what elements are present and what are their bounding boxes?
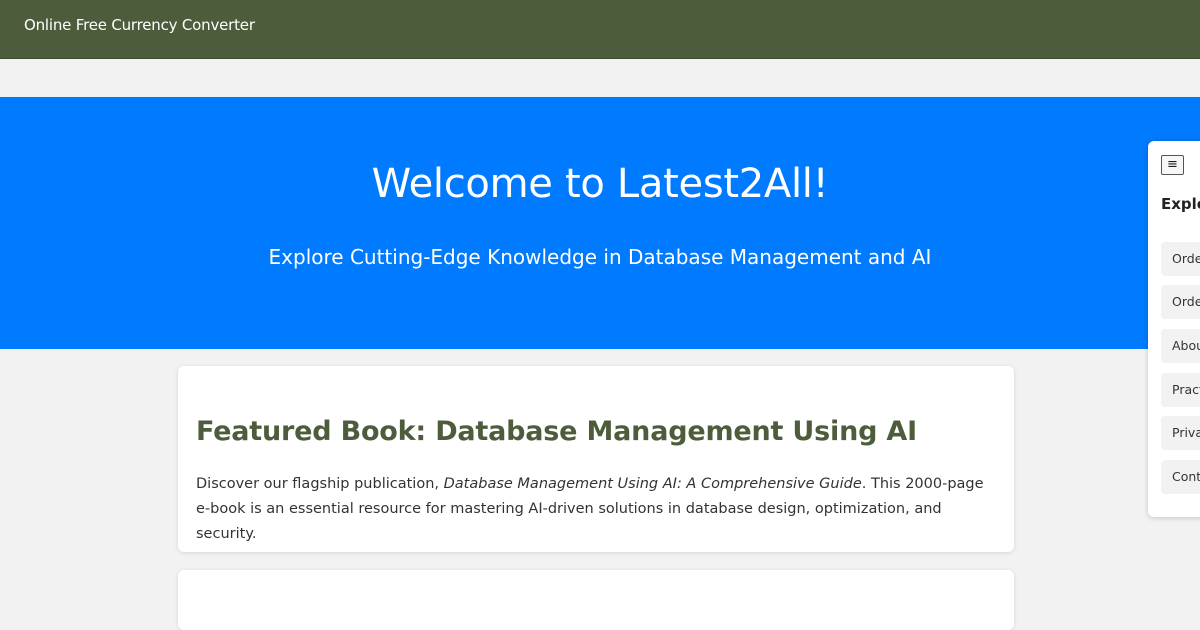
side-link-about[interactable]: Abou — [1161, 329, 1200, 363]
side-panel-heading: Explo — [1161, 195, 1200, 213]
featured-book-card: Featured Book: Database Management Using… — [178, 366, 1014, 552]
side-link-practice[interactable]: Pract — [1161, 373, 1200, 407]
hero-title: Welcome to Latest2All! — [371, 161, 829, 207]
desc-text-start: Discover our flagship publication, — [196, 476, 444, 492]
featured-book-description: Discover our flagship publication, Datab… — [196, 472, 996, 547]
featured-book-title: Featured Book: Database Management Using… — [196, 416, 917, 447]
brand-link[interactable]: Online Free Currency Converter — [24, 16, 255, 34]
book-title-italic: Database Management Using AI: A Comprehe… — [443, 476, 862, 492]
menu-toggle-icon[interactable]: ≡ — [1161, 155, 1184, 175]
side-link-contact[interactable]: Conta — [1161, 460, 1200, 494]
hero-banner: Welcome to Latest2All! Explore Cutting-E… — [0, 97, 1200, 349]
side-link-order-2[interactable]: Orde — [1161, 285, 1200, 319]
side-link-order-1[interactable]: Orde — [1161, 242, 1200, 276]
explore-side-panel: ≡ Explo Orde Orde Abou Pract Priva Conta — [1148, 141, 1200, 517]
side-link-privacy[interactable]: Priva — [1161, 416, 1200, 450]
next-section-card — [178, 570, 1014, 630]
top-navbar: Online Free Currency Converter — [0, 0, 1200, 59]
hero-subtitle: Explore Cutting-Edge Knowledge in Databa… — [268, 245, 932, 269]
